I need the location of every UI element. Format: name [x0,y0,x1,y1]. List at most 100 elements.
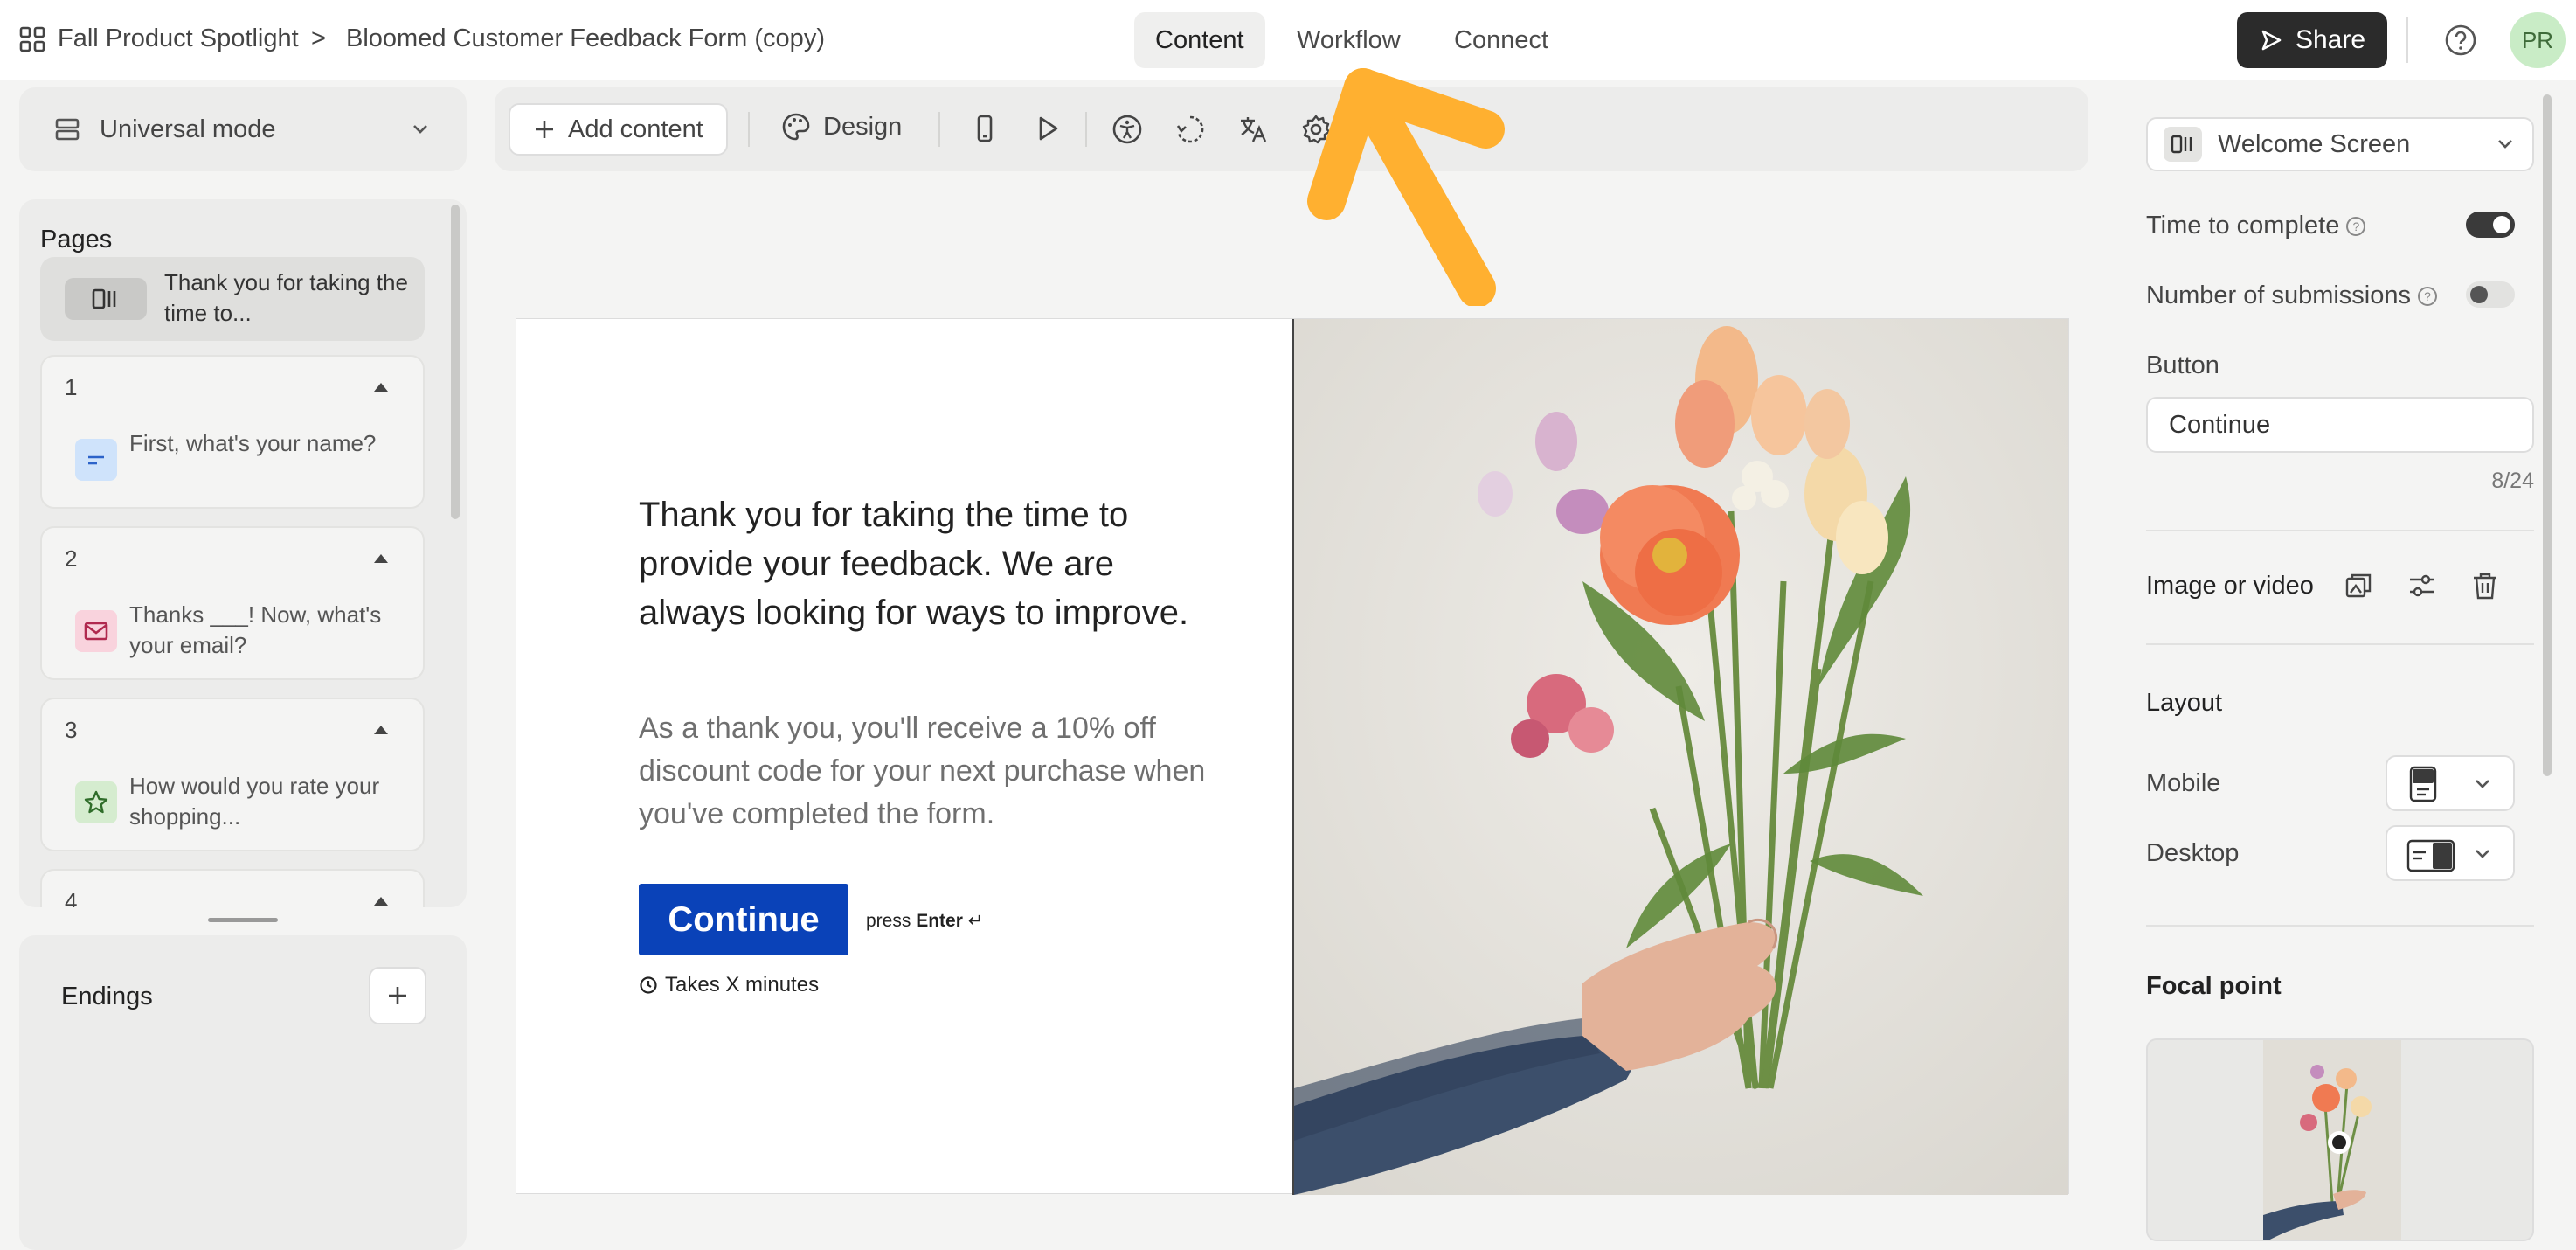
add-ending-button[interactable] [369,967,426,1024]
collapse-caret-icon[interactable] [374,554,388,563]
focal-point-heading: Focal point [2146,972,2282,1000]
section-divider [2146,925,2534,927]
editor-toolbar: Add content Design [495,87,2088,171]
plus-icon [533,118,556,141]
chevron-down-icon [2471,843,2494,865]
desktop-layout-label: Desktop [2146,839,2240,867]
toolbar-divider [1085,112,1087,147]
desktop-layout-select[interactable] [2386,825,2515,881]
button-text-input[interactable]: Continue [2146,397,2534,453]
design-button[interactable]: Design [781,112,902,142]
page-number: 3 [65,717,78,743]
mobile-preview-icon[interactable] [970,114,1000,143]
replace-media-icon[interactable] [2344,570,2375,601]
screen-type-dropdown[interactable]: Welcome Screen [2146,117,2534,171]
time-to-complete-label: Time to complete [2146,212,2340,240]
welcome-description[interactable]: As a thank you, you'll receive a 10% off… [639,707,1207,836]
time-to-complete-row: Time to complete? [2146,212,2366,240]
continue-button[interactable]: Continue [639,884,848,955]
info-icon[interactable]: ? [2418,287,2437,307]
toolbar-divider [748,112,750,147]
apps-grid-icon[interactable] [19,26,45,52]
time-estimate: Takes X minutes [639,973,819,997]
settings-scrollbar[interactable] [2543,94,2552,776]
play-icon[interactable] [1033,114,1063,143]
focal-point-marker[interactable] [2328,1131,2351,1154]
press-hint-prefix: press [866,911,911,931]
annotation-arrow [1302,44,1529,306]
desktop-layout-icon [2406,839,2455,872]
topbar-divider [2406,17,2408,63]
welcome-screen-icon [65,278,147,320]
short-text-icon [75,439,117,481]
breadcrumb-separator: > [311,24,326,52]
collapse-caret-icon[interactable] [374,897,388,906]
accessibility-icon[interactable] [1111,114,1143,145]
clock-icon [639,976,658,995]
tab-content[interactable]: Content [1134,12,1265,68]
user-avatar[interactable]: PR [2510,12,2566,68]
star-icon [75,781,117,823]
mode-icon [54,116,80,142]
section-divider [2146,530,2534,531]
collapse-caret-icon[interactable] [374,383,388,392]
palette-icon [781,112,811,142]
form-title[interactable]: Bloomed Customer Feedback Form (copy) [346,24,825,53]
toolbar-divider [938,112,940,147]
page-item-3[interactable]: 3 How would you rate your shopping... [40,698,425,851]
endings-panel: Endings [19,935,467,1250]
breadcrumb-workspace[interactable]: Fall Product Spotlight [58,24,299,53]
mobile-layout-icon [2408,766,2438,802]
char-count: 8/24 [2491,469,2534,493]
collapse-caret-icon[interactable] [374,726,388,734]
question-text: First, what's your name? [129,430,377,456]
screen-type-label: Welcome Screen [2218,129,2411,158]
mobile-layout-label: Mobile [2146,769,2221,797]
send-icon [2259,28,2283,52]
layout-heading: Layout [2146,689,2223,717]
page-item-welcome[interactable]: Thank you for taking the time to... [40,257,425,341]
press-hint-key: Enter [916,911,963,931]
chevron-down-icon [409,118,432,141]
page-item-2[interactable]: 2 Thanks ___! Now, what's your email? [40,526,425,680]
page-item-1[interactable]: 1 First, what's your name? [40,355,425,509]
form-preview: Thank you for taking the time to provide… [516,318,2069,1195]
pages-panel: Pages Thank you for taking the time to..… [19,199,467,907]
welcome-item-text: Thank you for taking the time to... [164,269,408,326]
add-content-label: Add content [568,115,703,143]
chevron-down-icon [2471,773,2494,795]
endings-heading: Endings [61,983,153,1010]
resize-handle[interactable] [208,918,278,922]
image-video-label: Image or video [2146,572,2314,600]
button-heading: Button [2146,351,2219,379]
delete-media-icon[interactable] [2469,570,2501,601]
mobile-layout-select[interactable] [2386,755,2515,811]
plus-icon [386,984,409,1007]
share-button[interactable]: Share [2237,12,2387,68]
time-to-complete-toggle[interactable] [2466,212,2515,238]
submissions-toggle[interactable] [2466,281,2515,308]
welcome-title[interactable]: Thank you for taking the time to provide… [639,490,1207,637]
submissions-row: Number of submissions? [2146,281,2437,310]
question-text: Thanks ___! Now, what's your email? [129,601,382,658]
enter-key-icon: ↵ [967,911,984,931]
focal-point-picker[interactable] [2146,1038,2534,1241]
help-icon[interactable] [2443,23,2478,58]
pages-scrollbar[interactable] [451,205,460,519]
mode-selector[interactable]: Universal mode [19,87,467,171]
translate-icon[interactable] [1237,114,1269,145]
welcome-screen-icon [2164,127,2202,162]
mode-label: Universal mode [100,115,276,143]
info-icon[interactable]: ? [2346,217,2366,237]
section-divider [2146,643,2534,645]
question-text: How would you rate your shopping... [129,773,380,830]
bouquet-photo[interactable] [1292,319,2068,1195]
adjust-media-icon[interactable] [2406,570,2438,601]
press-enter-hint: press Enter ↵ [866,910,983,932]
page-item-4[interactable]: 4 [40,869,425,907]
email-icon [75,610,117,652]
submissions-label: Number of submissions [2146,281,2411,309]
add-content-button[interactable]: Add content [509,103,728,156]
top-bar: Fall Product Spotlight > Bloomed Custome… [0,0,2576,80]
logic-icon[interactable] [1174,114,1206,145]
